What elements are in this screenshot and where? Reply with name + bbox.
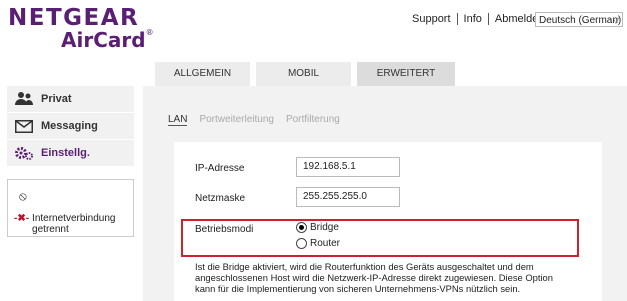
radio-checked-icon [296,222,307,233]
radio-bridge-label: Bridge [310,222,339,233]
netmask-label: Netzmaske [195,193,246,204]
radio-bridge[interactable]: Bridge [296,222,339,233]
support-link[interactable]: Support [412,13,451,25]
sidebar-item-label: Einstellg. [41,147,90,159]
connection-status-panel: ⦸ -✖- Internetverbindung getrennt [7,179,134,237]
envelope-icon [7,119,41,133]
sidebar-item-label: Messaging [41,120,98,132]
radio-router[interactable]: Router [296,238,340,249]
sidebar-item-privat[interactable]: Privat [7,86,134,112]
sidebar: Privat Messaging Einstellg. [7,86,134,167]
disconnected-icon: -✖- [14,213,30,224]
subtabs: LAN Portweiterleitung Portfilterung [168,114,352,126]
nav-divider [487,13,489,25]
connection-status-text: Internetverbindung getrennt [32,213,116,235]
connection-status: -✖- Internetverbindung getrennt [14,213,133,235]
logo-aircard: AirCard® [61,28,154,52]
language-select[interactable]: Deutsch (German) ▽ [535,12,623,27]
ip-address-label: IP-Adresse [195,163,245,174]
chevron-down-icon: ▽ [612,16,619,25]
gears-icon [7,145,41,161]
tab-allgemein[interactable]: ALLGEMEIN [155,62,250,86]
sidebar-item-messaging[interactable]: Messaging [7,113,134,139]
logo-aircard-text: AirCard [61,28,146,52]
operating-mode-label: Betriebsmodi [195,224,254,235]
subtab-portfilterung[interactable]: Portfilterung [286,114,340,126]
radio-router-label: Router [310,238,341,249]
info-link[interactable]: Info [464,13,482,25]
users-icon [7,91,41,107]
sidebar-item-einstellungen[interactable]: Einstellg. [7,140,134,166]
radio-unchecked-icon [296,238,307,249]
no-service-icon: ⦸ [19,189,27,203]
subtab-lan[interactable]: LAN [168,114,188,126]
netmask-input[interactable]: 255.255.255.0 [296,187,400,207]
nav-divider [456,13,458,25]
trademark-mark: ® [145,28,154,37]
ip-address-input[interactable]: 192.168.5.1 [296,157,400,177]
language-select-value: Deutsch (German) [539,15,622,26]
mode-description: Ist die Bridge aktiviert, wird die Route… [195,261,553,294]
sidebar-item-label: Privat [41,93,72,105]
main-tabs: ALLGEMEIN MOBIL ERWEITERT [155,62,461,86]
tab-erweitert[interactable]: ERWEITERT [357,62,455,86]
tab-mobil[interactable]: MOBIL [256,62,351,86]
subtab-portweiterleitung[interactable]: Portweiterleitung [199,114,273,126]
